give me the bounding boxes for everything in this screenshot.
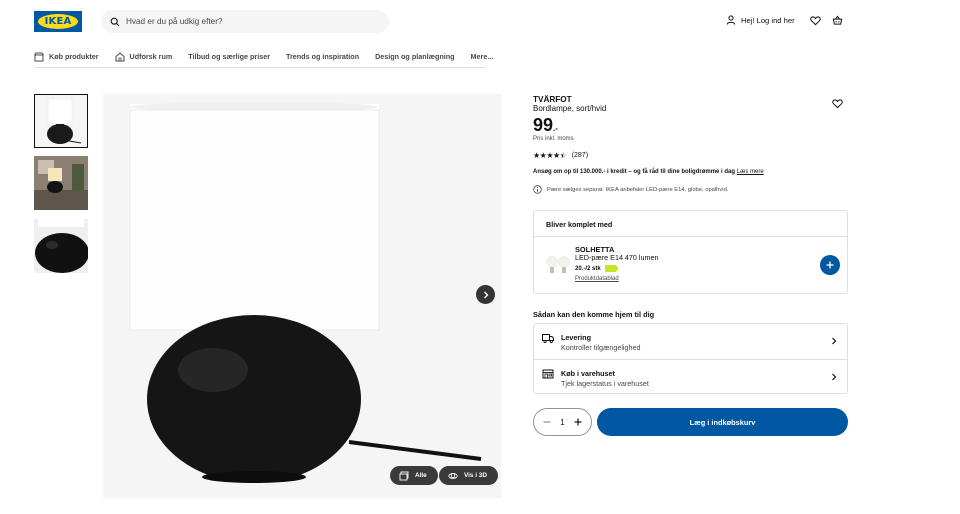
search-input[interactable]: Hvad er du på udkig efter? <box>101 10 389 33</box>
table-lamp-image <box>103 94 501 498</box>
product-description: Bordlampe, sort/hvid <box>533 104 607 113</box>
quantity-value[interactable]: 1 <box>560 418 564 427</box>
lamp-room-image <box>34 156 88 210</box>
delivery-option-subtitle: Kontroller tilgængelighed <box>561 343 641 352</box>
login-link[interactable]: Hej! Log ind her <box>726 15 795 25</box>
nav-item-more[interactable]: Mere... <box>471 52 494 61</box>
3d-rotate-icon <box>448 472 458 479</box>
info-icon <box>533 185 542 194</box>
thumbnail-2[interactable] <box>34 156 88 210</box>
cart-icon[interactable] <box>832 15 843 26</box>
nav-item-offers[interactable]: Tilbud og særlige priser <box>188 52 270 61</box>
read-more-link[interactable]: Læs mere <box>737 169 764 175</box>
home-icon <box>115 51 125 61</box>
rating[interactable]: ★★★★★★ (287) <box>533 151 588 160</box>
logo-text: IKEA <box>44 16 72 27</box>
search-icon <box>110 17 120 26</box>
thumbnail-3[interactable] <box>34 219 88 273</box>
view-3d-button[interactable]: Vis i 3D <box>439 466 498 485</box>
accessory-description: LED-pære E14 470 lumen <box>575 253 659 262</box>
truck-icon <box>542 334 554 344</box>
delivery-option-title: Levering <box>561 333 591 342</box>
main-product-image <box>103 94 501 498</box>
login-label: Hej! Log ind her <box>741 15 795 25</box>
gallery-icon <box>399 471 409 480</box>
accessory-section-title: Bliver komplet med <box>534 211 847 237</box>
review-count: (287) <box>571 152 589 159</box>
nav-item-design[interactable]: Design og planlægning <box>375 52 454 61</box>
lamp-thumbnail-image <box>35 95 87 147</box>
chevron-right-icon <box>832 373 837 381</box>
view-all-images-button[interactable]: Alle <box>390 466 438 485</box>
thumbnail-1[interactable] <box>34 94 88 148</box>
store-icon <box>542 369 554 379</box>
product-datasheet-link[interactable]: Produktdatablad <box>575 276 619 282</box>
minus-icon[interactable] <box>543 418 551 426</box>
lamp-base-closeup-image <box>34 219 88 273</box>
price-note: Pris inkl. moms <box>533 136 574 142</box>
energy-label-icon[interactable] <box>604 265 619 272</box>
plus-icon[interactable] <box>574 418 582 426</box>
nav-item-trends[interactable]: Trends og inspiration <box>286 52 359 61</box>
add-accessory-button[interactable] <box>820 255 840 275</box>
search-placeholder: Hvad er du på udkig efter? <box>126 17 223 26</box>
site-header: IKEA Hvad er du på udkig efter? Hej! Log… <box>0 0 960 42</box>
store-option-title: Køb i varehuset <box>561 369 615 378</box>
next-image-button[interactable] <box>476 285 495 304</box>
nav-item-shop-products[interactable]: Køb produkter <box>34 52 99 62</box>
product-price: 99 .- <box>533 115 558 136</box>
store-option-subtitle: Tjek lagerstatus i varehuset <box>561 379 649 388</box>
led-bulb-image <box>546 256 570 273</box>
accessory-price: 20.-/2 stk <box>575 265 619 272</box>
chevron-right-icon <box>483 291 488 298</box>
delivery-option[interactable]: Levering Kontroller tilgængelighed <box>534 324 847 359</box>
quantity-stepper: 1 <box>533 408 592 436</box>
main-nav: Køb produkter Udforsk rum Tilbud og særl… <box>34 46 493 68</box>
heart-icon[interactable] <box>832 98 843 109</box>
add-to-cart-button[interactable]: Læg i indkøbskurv <box>597 408 848 436</box>
heart-icon[interactable] <box>810 15 821 26</box>
store-icon <box>34 52 44 61</box>
info-note: Pære sælges separat. IKEA anbefaler LED-… <box>533 185 728 194</box>
plus-icon <box>826 261 834 269</box>
chevron-right-icon <box>832 337 837 345</box>
ikea-logo[interactable]: IKEA <box>34 11 82 32</box>
price-suffix: .- <box>553 124 558 133</box>
nav-item-explore-rooms[interactable]: Udforsk rum <box>115 51 172 62</box>
delivery-title: Sådan kan den komme hjem til dig <box>533 310 655 319</box>
delivery-options: Levering Kontroller tilgængelighed Køb i… <box>533 323 848 394</box>
store-option[interactable]: Køb i varehuset Tjek lagerstatus i vareh… <box>534 359 847 394</box>
price-main: 99 <box>533 115 554 135</box>
product-name: TVÄRFOT <box>533 95 572 104</box>
credit-promo: Ansøg om op til 130.000.- i kredit – og … <box>533 169 764 175</box>
accessory-card: Bliver komplet med SOLHETTA LED-pære E14… <box>533 210 848 294</box>
rating-stars: ★★★★★★ <box>533 151 567 160</box>
user-icon <box>726 15 736 25</box>
